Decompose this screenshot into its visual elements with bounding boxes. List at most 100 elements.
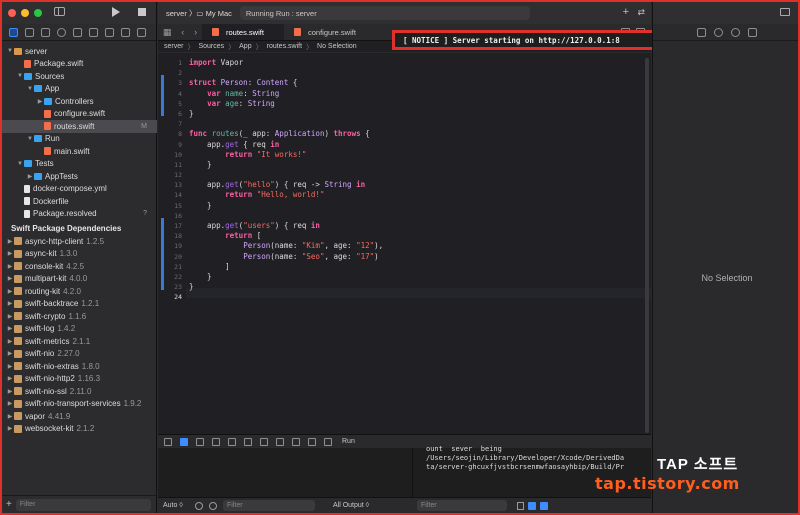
dependency-item[interactable]: ▶ async-http-client 1.2.5 xyxy=(2,235,157,248)
chevron-down-icon[interactable]: ▼ xyxy=(16,73,24,79)
code-line[interactable]: import Vapor xyxy=(189,58,383,68)
hide-debug-area-icon[interactable] xyxy=(164,437,172,446)
code-line[interactable]: return [ xyxy=(189,231,383,241)
chevron-right-icon[interactable]: ▶ xyxy=(6,425,14,432)
code-line[interactable] xyxy=(189,170,383,180)
chevron-down-icon[interactable]: ▼ xyxy=(6,48,14,54)
editor-tab[interactable]: configure.swift xyxy=(284,24,366,40)
code-line[interactable] xyxy=(189,119,383,129)
quick-help-icon[interactable] xyxy=(730,27,740,37)
step-in-icon[interactable] xyxy=(228,437,236,446)
dependency-item[interactable]: ▶ swift-nio-transport-services 1.9.2 xyxy=(2,398,157,411)
code-line[interactable]: app.get("users") { req in xyxy=(189,221,383,231)
code-editor[interactable]: 1 2 3 4 5 6 7 8 9 10 11 12 13 14 15 16 17 18 19 20 21 22 23 24 … xyxy=(158,54,651,434)
source-control-tab-icon[interactable] xyxy=(25,27,34,37)
minimize-window-button[interactable] xyxy=(21,9,29,17)
forward-icon[interactable]: › xyxy=(194,27,197,37)
code-line[interactable]: Person(name: "Kim", age: "12"), xyxy=(189,241,383,251)
breakpoint-navigator-tab-icon[interactable] xyxy=(121,27,130,37)
step-out-icon[interactable] xyxy=(244,437,252,446)
library-plus-icon[interactable]: + xyxy=(623,6,629,18)
line-number[interactable]: 9 xyxy=(158,140,186,150)
line-number[interactable]: 15 xyxy=(158,201,186,211)
code-line[interactable]: } xyxy=(189,282,383,292)
jumpbar-segment[interactable]: server xyxy=(164,43,183,50)
breakpoints-toggle-icon[interactable] xyxy=(180,437,188,446)
code-line[interactable]: func routes(_ app: Application) throws { xyxy=(189,129,383,139)
simulate-location-icon[interactable] xyxy=(308,437,316,446)
line-number[interactable]: 13 xyxy=(158,180,186,190)
file-inspector-icon[interactable] xyxy=(696,27,706,37)
line-number[interactable]: 10 xyxy=(158,150,186,160)
tree-item[interactable]: Dockerfile xyxy=(2,195,157,208)
code-line[interactable]: ] xyxy=(189,262,383,272)
grid-icon[interactable]: ▦ xyxy=(163,27,172,38)
line-number[interactable]: 8 xyxy=(158,129,186,139)
environment-overrides-icon[interactable] xyxy=(292,437,300,446)
jumpbar-segment[interactable]: App xyxy=(239,43,251,50)
show-console-icon[interactable] xyxy=(540,501,548,510)
chevron-right-icon[interactable]: ▶ xyxy=(6,250,14,257)
chevron-right-icon[interactable]: ▶ xyxy=(6,400,14,407)
console-filter-input[interactable]: Filter xyxy=(417,500,507,511)
change-bar[interactable] xyxy=(161,75,164,116)
dependency-item[interactable]: ▶ swift-backtrace 1.2.1 xyxy=(2,298,157,311)
find-navigator-tab-icon[interactable] xyxy=(57,27,66,37)
code-line[interactable] xyxy=(189,211,383,221)
tree-item[interactable]: ▼ App xyxy=(2,83,157,96)
source-code[interactable]: import Vapor struct Person: Content { var… xyxy=(189,54,383,303)
back-icon[interactable]: ‹ xyxy=(181,27,184,37)
tree-item[interactable]: docker-compose.yml xyxy=(2,183,157,196)
tree-item[interactable]: ▶ Controllers xyxy=(2,95,157,108)
tree-item[interactable]: ▼ Run xyxy=(2,133,157,146)
run-play-icon[interactable] xyxy=(112,7,120,17)
tree-item[interactable]: main.swift xyxy=(2,145,157,158)
chevron-right-icon[interactable]: ▶ xyxy=(6,238,14,245)
chevron-right-icon[interactable]: ▶ xyxy=(6,313,14,320)
chevron-right-icon[interactable]: ▶ xyxy=(6,275,14,282)
chevron-right-icon[interactable]: ▶ xyxy=(6,263,14,270)
dependency-item[interactable]: ▶ swift-nio-extras 1.8.0 xyxy=(2,360,157,373)
code-line[interactable]: var name: String xyxy=(189,89,383,99)
code-line[interactable]: var age: String xyxy=(189,99,383,109)
test-navigator-tab-icon[interactable] xyxy=(89,27,98,37)
line-number[interactable]: 14 xyxy=(158,190,186,200)
dependency-item[interactable]: ▶ multipart-kit 4.0.0 xyxy=(2,273,157,286)
stop-icon[interactable] xyxy=(138,8,146,16)
dependency-item[interactable]: ▶ websocket-kit 2.1.2 xyxy=(2,423,157,436)
dependency-item[interactable]: ▶ swift-crypto 1.1.6 xyxy=(2,310,157,323)
chevron-right-icon[interactable]: ▶ xyxy=(6,325,14,332)
chevron-right-icon[interactable]: ▶ xyxy=(6,338,14,345)
change-bar[interactable] xyxy=(161,218,164,290)
identity-inspector-icon[interactable] xyxy=(747,27,757,37)
zoom-window-button[interactable] xyxy=(34,9,42,17)
code-line[interactable]: } xyxy=(189,160,383,170)
code-line[interactable] xyxy=(189,68,383,78)
view-hierarchy-icon[interactable] xyxy=(260,437,268,446)
jumpbar-segment[interactable]: Sources xyxy=(198,43,224,50)
variables-scope-selector[interactable]: Auto ◊ xyxy=(163,502,189,509)
pause-icon[interactable] xyxy=(196,437,204,446)
code-line[interactable]: app.get("hello") { req -> String in xyxy=(189,180,383,190)
chevron-right-icon[interactable]: ▶ xyxy=(36,98,44,105)
split-console-icon[interactable] xyxy=(528,501,536,510)
add-file-button[interactable]: + xyxy=(6,499,12,510)
line-number[interactable]: 1 xyxy=(158,58,186,68)
jumpbar-segment[interactable]: routes.swift xyxy=(267,43,302,50)
debug-navigator-tab-icon[interactable] xyxy=(105,27,114,37)
chevron-right-icon[interactable]: ▶ xyxy=(6,300,14,307)
tree-item[interactable]: ▶ AppTests xyxy=(2,170,157,183)
issue-navigator-tab-icon[interactable] xyxy=(73,27,82,37)
dependency-item[interactable]: ▶ swift-nio-http2 1.16.3 xyxy=(2,373,157,386)
dependency-item[interactable]: ▶ vapor 4.41.9 xyxy=(2,410,157,423)
info-icon[interactable] xyxy=(209,501,217,510)
code-review-icon[interactable]: ⇄ xyxy=(637,7,645,18)
code-line[interactable] xyxy=(189,292,383,302)
dependency-item[interactable]: ▶ swift-nio-ssl 2.11.0 xyxy=(2,385,157,398)
code-line[interactable]: return "It works!" xyxy=(189,150,383,160)
history-inspector-icon[interactable] xyxy=(713,27,723,37)
variables-view[interactable] xyxy=(158,448,413,497)
code-line[interactable]: } xyxy=(189,272,383,282)
chevron-right-icon[interactable]: ▶ xyxy=(6,375,14,382)
tree-item[interactable]: ▼ Sources xyxy=(2,70,157,83)
